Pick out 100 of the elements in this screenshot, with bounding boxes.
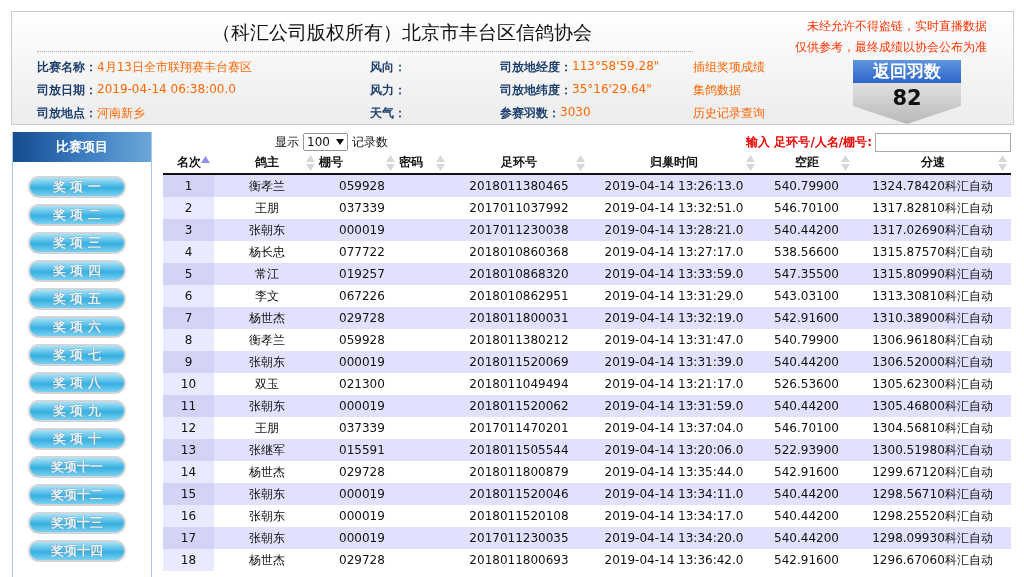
rank-cell: 6	[163, 285, 214, 307]
loft-cell: 021300	[319, 373, 399, 395]
ring-cell: 2018011520108	[449, 505, 589, 527]
info-label: 风力：	[370, 82, 406, 98]
sort-icon	[998, 155, 1007, 171]
info-label: 司放地纬度：	[500, 82, 572, 98]
prize-button[interactable]: 奖 项 三	[28, 232, 126, 254]
time-cell: 2019-04-14 13:31:47.0	[589, 329, 759, 351]
owner-cell: 衡孝兰	[214, 329, 319, 351]
nav-link[interactable]: 历史记录查询	[693, 105, 823, 122]
info-label: 风向：	[370, 59, 406, 75]
rank-cell: 8	[163, 329, 214, 351]
time-cell: 2019-04-14 13:34:17.0	[589, 505, 759, 527]
rank-cell: 7	[163, 307, 214, 329]
speed-cell: 1305.46800科汇自动	[854, 395, 1011, 417]
speed-cell: 1296.67060科汇自动	[854, 549, 1011, 571]
distance-cell: 547.35500	[759, 263, 854, 285]
show-label: 显示	[275, 133, 299, 151]
prize-button[interactable]: 奖 项 六	[28, 316, 126, 338]
search-label: 输入 足环号/人名/棚号:	[746, 133, 872, 151]
time-cell: 2019-04-14 13:26:13.0	[589, 174, 759, 197]
speed-cell: 1298.09930科汇自动	[854, 527, 1011, 549]
owner-cell: 双玉	[214, 373, 319, 395]
notice-text: 仅供参考，最终成绩以协会公布为准	[795, 39, 987, 56]
distance-cell: 540.44200	[759, 505, 854, 527]
ring-cell: 2018010862951	[449, 285, 589, 307]
speed-cell: 1306.52000科汇自动	[854, 351, 1011, 373]
prize-button[interactable]: 奖项十四	[28, 540, 126, 562]
distance-cell: 540.44200	[759, 219, 854, 241]
ring-cell: 2017011230038	[449, 219, 589, 241]
distance-cell: 540.44200	[759, 527, 854, 549]
ring-cell: 2018010868320	[449, 263, 589, 285]
prize-button[interactable]: 奖项十一	[28, 456, 126, 478]
prize-button[interactable]: 奖 项 四	[28, 260, 126, 282]
owner-cell: 杨世杰	[214, 461, 319, 483]
rank-cell: 13	[163, 439, 214, 461]
ring-cell: 2018011800879	[449, 461, 589, 483]
sort-icon	[746, 155, 755, 171]
time-cell: 2019-04-14 13:32:19.0	[589, 307, 759, 329]
owner-cell: 张朝东	[214, 505, 319, 527]
rank-cell: 3	[163, 219, 214, 241]
loft-cell: 029728	[319, 461, 399, 483]
info-value: 3030	[560, 105, 591, 121]
time-cell: 2019-04-14 13:33:59.0	[589, 263, 759, 285]
time-cell: 2019-04-14 13:31:59.0	[589, 395, 759, 417]
prize-button[interactable]: 奖 项 二	[28, 204, 126, 226]
sort-ascending-icon	[201, 156, 210, 163]
sort-icon	[436, 155, 445, 171]
search-field[interactable]	[875, 132, 1011, 152]
ring-cell: 2017011470201	[449, 417, 589, 439]
prize-button[interactable]: 奖 项 五	[28, 288, 126, 310]
info-value: 35°16'29.64"	[572, 82, 652, 98]
time-cell: 2019-04-14 13:21:17.0	[589, 373, 759, 395]
info-value: 4月13日全市联翔赛丰台赛区	[97, 59, 252, 75]
rank-cell: 14	[163, 461, 214, 483]
distance-cell: 540.44200	[759, 483, 854, 505]
rank-cell: 16	[163, 505, 214, 527]
page-size-select[interactable]: 100	[303, 133, 348, 151]
time-cell: 2019-04-14 13:35:44.0	[589, 461, 759, 483]
prize-button[interactable]: 奖 项 九	[28, 400, 126, 422]
speed-cell: 1317.82810科汇自动	[854, 197, 1011, 219]
rank-cell: 12	[163, 417, 214, 439]
prize-button[interactable]: 奖项十三	[28, 512, 126, 534]
distance-cell: 542.91600	[759, 307, 854, 329]
prize-button[interactable]: 奖 项 七	[28, 344, 126, 366]
ring-cell: 2018011380465	[449, 174, 589, 197]
distance-cell: 540.44200	[759, 351, 854, 373]
nav-link[interactable]: 集鸽数据	[693, 82, 823, 99]
return-count-value: 82	[892, 86, 922, 110]
owner-cell: 王朋	[214, 197, 319, 219]
ring-cell: 2018011520069	[449, 351, 589, 373]
prize-button[interactable]: 奖项十二	[28, 484, 126, 506]
speed-cell: 1315.80990科汇自动	[854, 263, 1011, 285]
owner-cell: 张朝东	[214, 351, 319, 373]
loft-cell: 037339	[319, 197, 399, 219]
prize-button[interactable]: 奖 项 十	[28, 428, 126, 450]
rank-cell: 18	[163, 549, 214, 571]
prize-button[interactable]: 奖 项 八	[28, 372, 126, 394]
ring-cell: 2018010860368	[449, 241, 589, 263]
owner-cell: 张朝东	[214, 219, 319, 241]
distance-cell: 543.03100	[759, 285, 854, 307]
prize-button[interactable]: 奖 项 一	[28, 176, 126, 198]
loft-cell: 000019	[319, 483, 399, 505]
rank-cell: 5	[163, 263, 214, 285]
distance-cell: 522.93900	[759, 439, 854, 461]
speed-cell: 1304.56810科汇自动	[854, 417, 1011, 439]
distance-cell: 538.56600	[759, 241, 854, 263]
time-cell: 2019-04-14 13:31:29.0	[589, 285, 759, 307]
speed-cell: 1299.67120科汇自动	[854, 461, 1011, 483]
rank-cell: 10	[163, 373, 214, 395]
nav-link[interactable]: 插组奖项成绩	[693, 59, 823, 76]
owner-cell: 张朝东	[214, 483, 319, 505]
info-value: 113°58'59.28"	[572, 59, 660, 75]
info-label: 比赛名称：	[37, 59, 97, 75]
owner-cell: 常江	[214, 263, 319, 285]
speed-cell: 1305.62300科汇自动	[854, 373, 1011, 395]
loft-cell: 000019	[319, 527, 399, 549]
owner-cell: 张朝东	[214, 527, 319, 549]
info-label: 司放日期：	[37, 82, 97, 98]
loft-cell: 029728	[319, 307, 399, 329]
